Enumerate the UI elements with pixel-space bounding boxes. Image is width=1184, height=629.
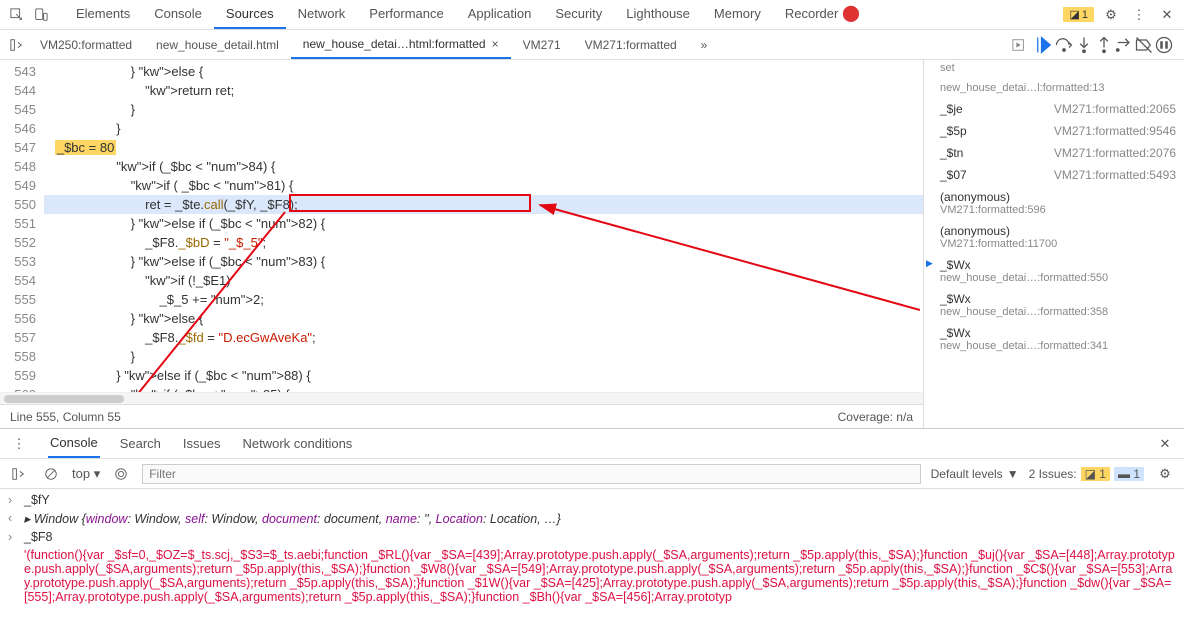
resume-icon[interactable]: [1034, 35, 1054, 55]
navigator-icon[interactable]: [6, 34, 28, 56]
panel-tabs: Elements Console Sources Network Perform…: [64, 0, 1061, 29]
console-sidebar-icon[interactable]: [8, 463, 30, 485]
warnings-badge[interactable]: ◪ 1: [1063, 7, 1094, 22]
clear-console-icon[interactable]: [40, 463, 62, 485]
more-tabs[interactable]: »: [689, 31, 720, 59]
close-icon[interactable]: ×: [492, 37, 499, 51]
drawer-tab-issues[interactable]: Issues: [181, 430, 223, 457]
console-output[interactable]: ›_$fY‹▸ Window {window: Window, self: Wi…: [0, 489, 1184, 629]
pause-exceptions-icon[interactable]: [1154, 35, 1174, 55]
drawer-tab-console[interactable]: Console: [48, 429, 100, 458]
kebab-icon[interactable]: ⋮: [1128, 4, 1150, 26]
tab-elements[interactable]: Elements: [64, 0, 142, 29]
tab-sources[interactable]: Sources: [214, 0, 286, 29]
file-tab[interactable]: VM250:formatted: [28, 31, 144, 59]
tab-security[interactable]: Security: [543, 0, 614, 29]
coverage-status: Coverage: n/a: [838, 410, 913, 424]
log-levels-selector[interactable]: Default levels ▼: [931, 467, 1019, 481]
editor-status-bar: Line 555, Column 55 Coverage: n/a: [0, 404, 923, 428]
file-tab[interactable]: VM271: [511, 31, 573, 59]
cursor-position: Line 555, Column 55: [10, 410, 121, 424]
step-over-icon[interactable]: [1054, 35, 1074, 55]
device-icon[interactable]: [30, 4, 52, 26]
file-tab-active[interactable]: new_house_detai…html:formatted×: [291, 31, 511, 59]
tab-recorder[interactable]: Recorder ⬤: [773, 0, 872, 29]
file-tab[interactable]: VM271:formatted: [573, 31, 689, 59]
scrollbar-horizontal[interactable]: [0, 392, 923, 404]
drawer-tab-network-conditions[interactable]: Network conditions: [240, 430, 354, 457]
context-selector[interactable]: top ▾: [72, 466, 100, 482]
code-content[interactable]: } "kw">else { "kw">return ret; } } _$bc …: [44, 60, 923, 392]
run-snippet-icon[interactable]: [1008, 34, 1030, 56]
tab-application[interactable]: Application: [456, 0, 544, 29]
tab-network[interactable]: Network: [286, 0, 358, 29]
tab-console[interactable]: Console: [142, 0, 214, 29]
code-editor[interactable]: 5435445455465475485495505515525535545555…: [0, 60, 924, 428]
debug-controls: [1030, 35, 1178, 55]
live-expression-icon[interactable]: [110, 463, 132, 485]
gear-icon[interactable]: ⚙: [1154, 463, 1176, 485]
inspect-icon[interactable]: [6, 4, 28, 26]
drawer: ⋮ Console Search Issues Network conditio…: [0, 428, 1184, 629]
step-into-icon[interactable]: [1074, 35, 1094, 55]
file-tabs-bar: VM250:formatted new_house_detail.html ne…: [0, 30, 1184, 60]
step-out-icon[interactable]: [1094, 35, 1114, 55]
file-tab[interactable]: new_house_detail.html: [144, 31, 291, 59]
step-icon[interactable]: [1114, 35, 1134, 55]
tab-memory[interactable]: Memory: [702, 0, 773, 29]
deactivate-breakpoints-icon[interactable]: [1134, 35, 1154, 55]
close-icon[interactable]: ✕: [1156, 4, 1178, 26]
call-stack-pane[interactable]: setnew_house_detai…l:formatted:13_$jeVM2…: [924, 60, 1184, 428]
kebab-icon[interactable]: ⋮: [8, 433, 30, 455]
gear-icon[interactable]: ⚙: [1100, 4, 1122, 26]
tab-performance[interactable]: Performance: [357, 0, 455, 29]
drawer-tab-search[interactable]: Search: [118, 430, 163, 457]
close-icon[interactable]: ✕: [1154, 433, 1176, 455]
console-filter-input[interactable]: [142, 464, 920, 484]
line-gutter: 5435445455465475485495505515525535545555…: [0, 60, 44, 392]
devtools-main-toolbar: Elements Console Sources Network Perform…: [0, 0, 1184, 30]
tab-lighthouse[interactable]: Lighthouse: [614, 0, 702, 29]
issues-summary[interactable]: 2 Issues: ◪ 1 ▬ 1: [1029, 467, 1144, 481]
